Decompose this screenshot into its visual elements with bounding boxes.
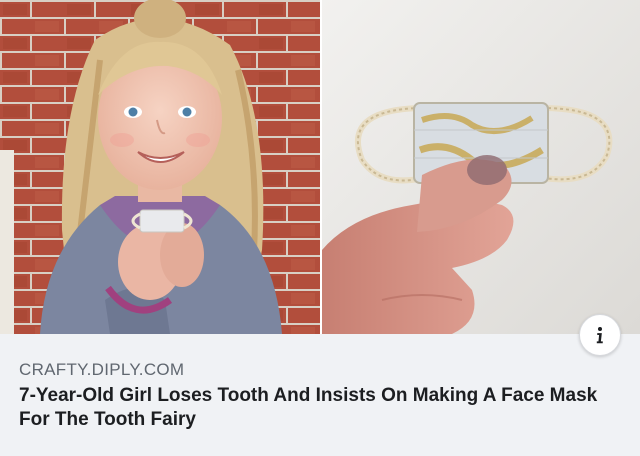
girl-holding-tiny-mask-photo (0, 0, 320, 334)
photo-divider (320, 0, 322, 334)
link-preview-images[interactable] (0, 0, 640, 334)
info-button[interactable] (579, 314, 621, 356)
link-domain: CRAFTY.DIPLY.COM (19, 360, 185, 379)
tiny-mask-photo-illustration (322, 0, 640, 334)
hand-holding-tiny-mask-photo (322, 0, 640, 334)
link-preview-card[interactable]: CRAFTY.DIPLY.COM 7-Year-Old Girl Loses T… (0, 0, 640, 456)
link-preview-meta[interactable]: CRAFTY.DIPLY.COM 7-Year-Old Girl Loses T… (0, 334, 640, 456)
girl-photo-illustration (0, 0, 320, 334)
link-headline[interactable]: 7-Year-Old Girl Loses Tooth And Insists … (19, 384, 629, 432)
info-icon (589, 324, 611, 346)
